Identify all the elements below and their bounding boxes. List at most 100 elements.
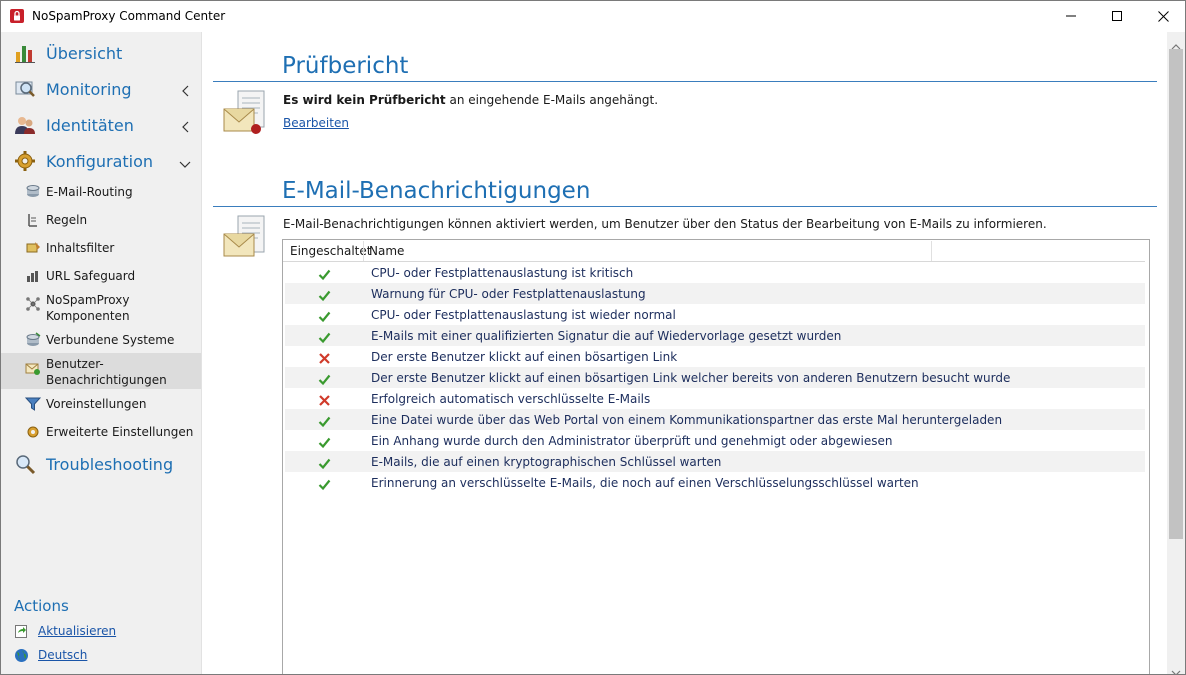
check-icon[interactable] [318, 455, 331, 470]
nav-monitoring-label: Monitoring [46, 80, 132, 99]
chevron-left-icon [181, 82, 191, 97]
content-filter-icon [25, 240, 41, 256]
table-row[interactable]: CPU- oder Festplattenauslastung ist krit… [285, 262, 1145, 283]
scrollbar-thumb[interactable] [1169, 49, 1183, 539]
check-icon[interactable] [318, 329, 331, 344]
sidebar-item-email-routing[interactable]: E-Mail-Routing [1, 177, 201, 205]
table-row[interactable]: Eine Datei wurde über das Web Portal von… [285, 409, 1145, 430]
nav-monitoring[interactable]: Monitoring [1, 70, 201, 106]
nav-troubleshooting-label: Troubleshooting [46, 455, 174, 474]
troubleshooting-magnifier-icon [14, 453, 36, 475]
notification-name: Erfolgreich automatisch verschlüsselte E… [371, 392, 651, 406]
vertical-scrollbar[interactable] [1167, 32, 1185, 674]
sidebar-item-url-safeguard[interactable]: URL Safeguard [1, 261, 201, 289]
scroll-up-icon[interactable] [1171, 36, 1181, 50]
notification-name: Der erste Benutzer klickt auf einen bösa… [371, 350, 678, 364]
monitoring-magnifier-icon [14, 78, 36, 100]
sidebar-item-label: URL Safeguard [46, 269, 136, 283]
check-icon[interactable] [318, 308, 331, 323]
close-button[interactable] [1140, 1, 1185, 31]
column-header-enabled[interactable]: Eingeschaltet [290, 244, 371, 258]
cross-icon[interactable] [318, 392, 331, 406]
user-notifications-icon [25, 360, 41, 376]
sidebar-item-label: Erweiterte Einstellungen [46, 425, 194, 439]
sidebar-item-label: NoSpamProxy Komponenten [46, 293, 130, 323]
advanced-settings-icon [25, 424, 41, 440]
nav-configuration[interactable]: Konfiguration [1, 142, 201, 178]
chevron-left-icon [181, 118, 191, 133]
table-row[interactable]: Warnung für CPU- oder Festplattenauslast… [285, 283, 1145, 304]
main-content: Prüfbericht Es wird kein Prüfbericht an … [202, 32, 1167, 674]
app-lock-icon [9, 8, 25, 24]
sidebar-item-advanced-settings[interactable]: Erweiterte Einstellungen [1, 417, 201, 445]
cross-icon[interactable] [318, 350, 331, 364]
notification-name: CPU- oder Festplattenauslastung ist krit… [371, 266, 634, 280]
sidebar-item-presets[interactable]: Voreinstellungen [1, 389, 201, 417]
sidebar-item-label: Voreinstellungen [46, 397, 147, 411]
pruefbericht-heading: Prüfbericht [282, 53, 409, 79]
sidebar-item-content-filter[interactable]: Inhaltsfilter [1, 233, 201, 261]
actions-heading: Actions [14, 597, 69, 615]
chevron-down-icon [179, 155, 191, 168]
nav-identities-label: Identitäten [46, 116, 134, 135]
nav-configuration-label: Konfiguration [46, 152, 154, 171]
configuration-gear-icon [14, 150, 36, 172]
nav-overview[interactable]: Übersicht [1, 34, 201, 70]
check-icon[interactable] [318, 413, 331, 428]
check-icon[interactable] [318, 476, 331, 491]
window-title: NoSpamProxy Command Center [32, 9, 226, 23]
refresh-icon [14, 624, 29, 639]
sidebar-item-connected-systems[interactable]: Verbundene Systeme [1, 325, 201, 353]
language-link[interactable]: Deutsch [38, 648, 87, 662]
identities-users-icon [14, 114, 36, 136]
notification-name: CPU- oder Festplattenauslastung ist wied… [371, 308, 676, 322]
notification-name: Ein Anhang wurde durch den Administrator… [371, 434, 893, 448]
sidebar-item-user-notifications[interactable]: Benutzer- Benachrichtigungen [1, 353, 201, 389]
column-header-name[interactable]: Name [369, 244, 404, 258]
sidebar: Übersicht Monitoring Identitäten Konfigu… [1, 32, 202, 674]
rules-icon [25, 212, 41, 228]
report-document-icon [222, 89, 268, 139]
overview-chart-icon [14, 42, 36, 64]
minimize-button[interactable] [1048, 1, 1094, 31]
nav-overview-label: Übersicht [46, 44, 123, 63]
check-icon[interactable] [318, 434, 331, 449]
heading-divider [213, 206, 1157, 207]
check-icon[interactable] [318, 371, 331, 386]
nav-identities[interactable]: Identitäten [1, 106, 201, 142]
notification-name: Der erste Benutzer klickt auf einen bösa… [371, 371, 1011, 385]
table-row[interactable]: E-Mails, die auf einen kryptographischen… [285, 451, 1145, 472]
table-row[interactable]: E-Mails mit einer qualifizierten Signatu… [285, 325, 1145, 346]
table-row[interactable]: Erfolgreich automatisch verschlüsselte E… [285, 388, 1145, 409]
notification-name: Erinnerung an verschlüsselte E-Mails, di… [371, 476, 919, 490]
minimize-icon [1066, 15, 1076, 17]
heading-divider [213, 81, 1157, 82]
column-divider[interactable] [931, 241, 932, 261]
connected-systems-icon [25, 332, 41, 348]
table-row[interactable]: Erinnerung an verschlüsselte E-Mails, di… [285, 472, 1145, 493]
refresh-link[interactable]: Aktualisieren [38, 624, 116, 638]
url-safeguard-icon [25, 268, 41, 284]
maximize-button[interactable] [1094, 1, 1140, 31]
check-icon[interactable] [318, 287, 331, 302]
table-row[interactable]: CPU- oder Festplattenauslastung ist wied… [285, 304, 1145, 325]
table-row[interactable]: Ein Anhang wurde durch den Administrator… [285, 430, 1145, 451]
notification-name: E-Mails, die auf einen kryptographischen… [371, 455, 722, 469]
table-row[interactable]: Der erste Benutzer klickt auf einen bösa… [285, 346, 1145, 367]
sidebar-item-label: Verbundene Systeme [46, 333, 175, 347]
notification-name: E-Mails mit einer qualifizierten Signatu… [371, 329, 842, 343]
pruefbericht-status-text: Es wird kein Prüfbericht an eingehende E… [283, 93, 659, 107]
scroll-down-icon[interactable] [1171, 662, 1181, 674]
close-icon [1157, 10, 1169, 22]
column-divider[interactable] [363, 241, 364, 261]
presets-filter-icon [24, 396, 42, 412]
sidebar-item-components[interactable]: NoSpamProxy Komponenten [1, 289, 201, 325]
components-icon [25, 296, 41, 312]
email-routing-icon [25, 184, 41, 200]
notification-document-icon [222, 214, 268, 264]
table-row[interactable]: Der erste Benutzer klickt auf einen bösa… [285, 367, 1145, 388]
sidebar-item-rules[interactable]: Regeln [1, 205, 201, 233]
nav-troubleshooting[interactable]: Troubleshooting [1, 445, 201, 481]
edit-link[interactable]: Bearbeiten [283, 116, 349, 130]
check-icon[interactable] [318, 266, 331, 281]
